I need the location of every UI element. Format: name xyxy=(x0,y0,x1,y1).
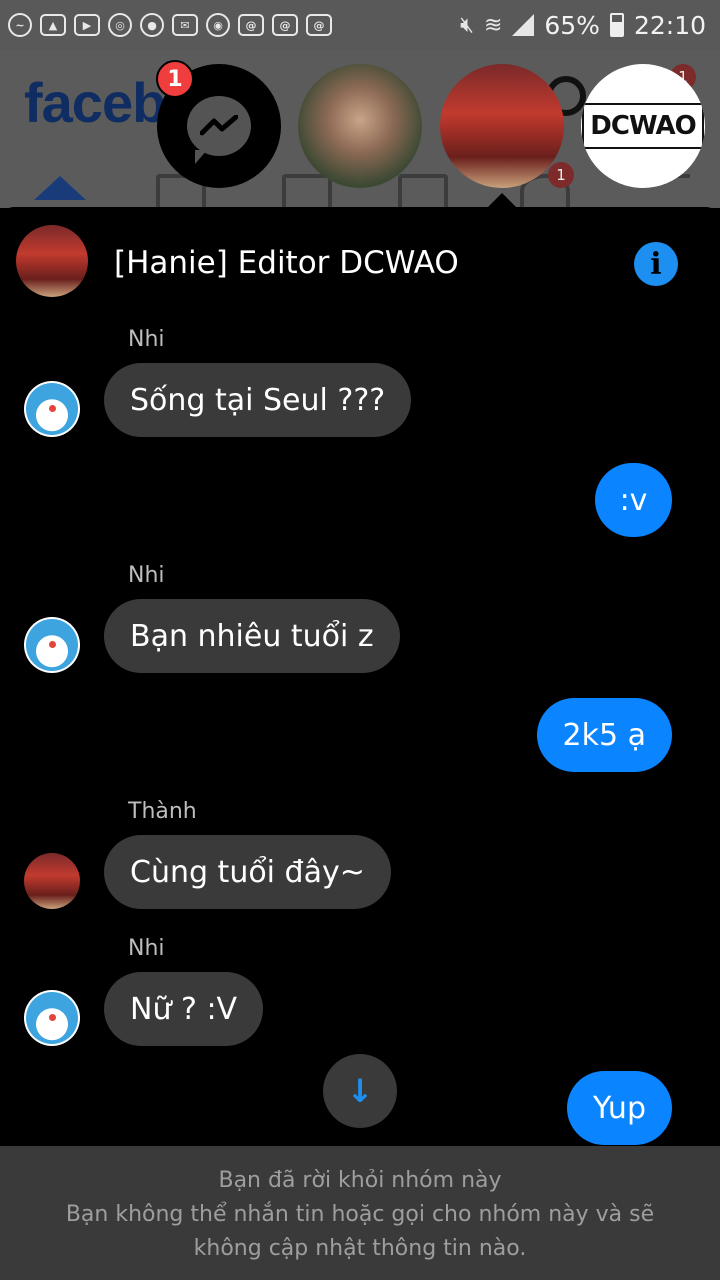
message-sender: Thành xyxy=(128,799,197,824)
clock: 22:10 xyxy=(633,10,706,40)
notice-body-line-2: không cập nhật thông tin nào. xyxy=(193,1236,527,1261)
youtube-notification-icon: ▶ xyxy=(74,14,100,36)
incoming-message[interactable]: Sống tại Seul ??? xyxy=(104,363,412,437)
incoming-message[interactable]: Nữ ? :V xyxy=(104,972,264,1046)
system-status: 🔇︎ ≋ 65% 22:10 xyxy=(460,11,706,40)
chat-header: [Hanie] Editor DCWAO i xyxy=(0,207,720,317)
notice-title: Bạn đã rời khỏi nhóm này xyxy=(218,1168,502,1193)
messenger-icon xyxy=(187,96,251,164)
email-notification-icon-2: @ xyxy=(272,14,298,36)
message-sender: Nhi xyxy=(128,327,165,352)
status-bar: ~ ▲ ▶ ◎ ● ✉ ◉ @ @ @ 🔇︎ ≋ 65% 22:10 xyxy=(0,0,720,50)
left-group-notice: Bạn đã rời khỏi nhóm này Bạn không thể n… xyxy=(0,1146,720,1280)
message-sender: Nhi xyxy=(128,936,165,961)
battery-percent: 65% xyxy=(544,10,600,40)
browser-notification-icon: ◎ xyxy=(108,13,132,37)
email-notification-icon-3: @ xyxy=(306,14,332,36)
message-sender: Nhi xyxy=(128,563,165,588)
sender-avatar-group[interactable] xyxy=(24,853,80,909)
scroll-down-icon[interactable]: ↓ xyxy=(323,1054,397,1128)
group-avatar[interactable] xyxy=(16,225,88,297)
mail-notification-icon: ✉ xyxy=(172,14,198,36)
gallery-notification-icon: ▲ xyxy=(40,14,66,36)
tab-badge: 1 xyxy=(548,162,574,188)
unread-badge: 1 xyxy=(156,60,194,98)
notification-icons: ~ ▲ ▶ ◎ ● ✉ ◉ @ @ @ xyxy=(8,13,332,37)
outgoing-message[interactable]: Yup xyxy=(567,1071,672,1145)
chrome-notification-icon: ◉ xyxy=(206,13,230,37)
wifi-icon: ≋ xyxy=(483,12,503,38)
outgoing-message[interactable]: 2k5 ạ xyxy=(536,698,672,772)
pages-icon[interactable] xyxy=(398,174,448,208)
chat-head-dcwao[interactable]: DCWAO xyxy=(581,64,705,188)
chat-head-group-active[interactable] xyxy=(440,64,564,188)
facebook-logo: faceb xyxy=(24,71,166,134)
home-icon[interactable] xyxy=(34,176,86,200)
sender-avatar-doraemon[interactable] xyxy=(24,617,80,673)
email-notification-icon-1: @ xyxy=(238,14,264,36)
outgoing-message[interactable]: :v xyxy=(595,463,672,537)
chat-panel: [Hanie] Editor DCWAO i Nhi Sống tại Seul… xyxy=(0,207,720,1280)
mute-icon: 🔇︎ xyxy=(460,12,474,38)
notice-body-line-1: Bạn không thể nhắn tin hoặc gọi cho nhóm… xyxy=(65,1202,655,1227)
info-icon[interactable]: i xyxy=(634,242,678,286)
incoming-message[interactable]: Cùng tuổi đây~ xyxy=(104,835,391,909)
incoming-message[interactable]: Bạn nhiêu tuổi z xyxy=(104,599,400,673)
chat-notification-icon: ● xyxy=(140,13,164,37)
battery-icon xyxy=(609,13,624,37)
sender-avatar-doraemon[interactable] xyxy=(24,990,80,1046)
dcwao-logo: DCWAO xyxy=(582,103,704,149)
chat-head-person[interactable] xyxy=(298,64,422,188)
sender-avatar-doraemon[interactable] xyxy=(24,381,80,437)
marketplace-icon[interactable] xyxy=(282,174,332,208)
signal-icon xyxy=(512,14,535,36)
messenger-notification-icon: ~ xyxy=(8,13,32,37)
chat-title[interactable]: [Hanie] Editor DCWAO xyxy=(114,245,459,281)
messenger-bolt-icon xyxy=(200,115,238,136)
